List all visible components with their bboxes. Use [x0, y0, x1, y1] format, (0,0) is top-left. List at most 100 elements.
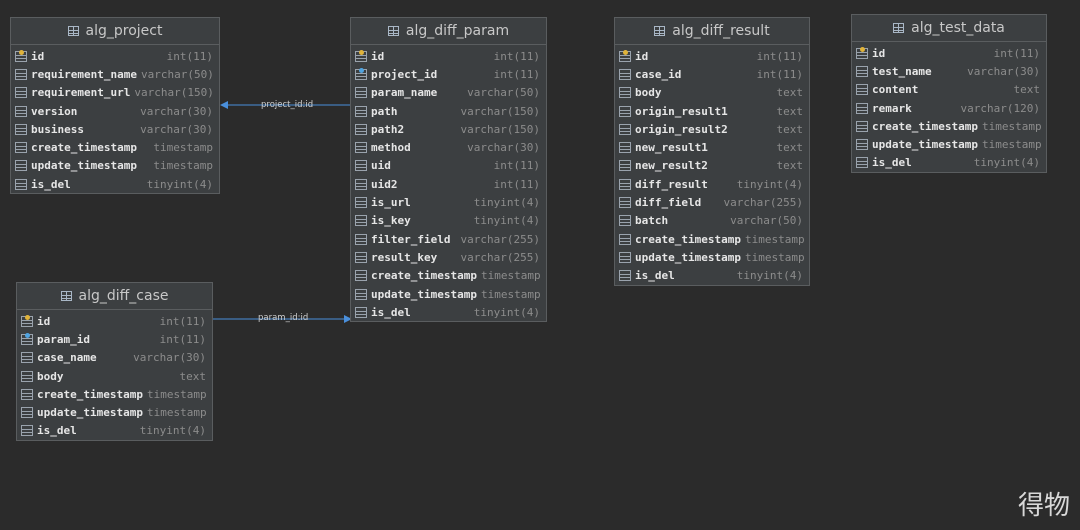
- column-row[interactable]: diff_field varchar(255): [615, 193, 809, 211]
- column-row[interactable]: param_id int(11): [17, 330, 212, 348]
- table-header[interactable]: alg_diff_param: [351, 18, 546, 45]
- column-icon: [15, 105, 27, 117]
- table-header[interactable]: alg_test_data: [852, 15, 1046, 42]
- column-row[interactable]: create_timestamp timestamp: [351, 267, 546, 285]
- column-icon: [856, 102, 868, 114]
- column-name: diff_result: [635, 177, 708, 191]
- column-row[interactable]: is_del tinyint(4): [17, 422, 212, 440]
- column-row[interactable]: param_name varchar(50): [351, 84, 546, 102]
- column-row[interactable]: id int(11): [852, 44, 1046, 62]
- column-icon: [619, 87, 631, 99]
- table-alg-test-data[interactable]: alg_test_data id int(11) test_name varchar(…: [851, 14, 1047, 173]
- column-row[interactable]: id int(11): [11, 47, 219, 65]
- column-type: int(11): [159, 332, 206, 346]
- column-row[interactable]: body text: [17, 367, 212, 385]
- column-type: int(11): [993, 46, 1040, 60]
- column-row[interactable]: is_url tinyint(4): [351, 193, 546, 211]
- column-type: varchar(30): [967, 64, 1040, 78]
- column-name: version: [31, 104, 78, 118]
- column-row[interactable]: diff_result tinyint(4): [615, 175, 809, 193]
- column-icon: [21, 407, 33, 419]
- column-row[interactable]: is_del tinyint(4): [615, 267, 809, 285]
- foreign-key-icon: [21, 332, 33, 345]
- column-row[interactable]: version varchar(30): [11, 102, 219, 120]
- column-name: body: [635, 86, 662, 100]
- column-row[interactable]: update_timestamp timestamp: [351, 285, 546, 303]
- column-row[interactable]: uid2 int(11): [351, 175, 546, 193]
- column-type: varchar(150): [460, 122, 540, 136]
- column-type: tinyint(4): [139, 424, 206, 438]
- column-row[interactable]: filter_field varchar(255): [351, 230, 546, 248]
- column-name: create_timestamp: [872, 119, 978, 133]
- column-row[interactable]: new_result2 text: [615, 157, 809, 175]
- column-row[interactable]: result_key varchar(255): [351, 248, 546, 266]
- column-row[interactable]: remark varchar(120): [852, 99, 1046, 117]
- column-icon: [619, 270, 631, 282]
- table-alg-diff-result[interactable]: alg_diff_result id int(11) case_id int(11) b…: [614, 17, 810, 286]
- column-row[interactable]: case_name varchar(30): [17, 349, 212, 367]
- column-row[interactable]: id int(11): [351, 47, 546, 65]
- column-type: int(11): [166, 49, 213, 63]
- table-alg-diff-case[interactable]: alg_diff_case id int(11) param_id int(11) ca…: [16, 282, 213, 441]
- table-alg-project[interactable]: alg_project id int(11) requirement_name var…: [10, 17, 220, 194]
- table-alg-diff-param[interactable]: alg_diff_param id int(11) project_id int(11…: [350, 17, 547, 322]
- watermark: 得物: [1017, 491, 1070, 521]
- column-row[interactable]: create_timestamp timestamp: [11, 138, 219, 156]
- table-header[interactable]: alg_diff_result: [615, 18, 809, 45]
- column-row[interactable]: id int(11): [615, 47, 809, 65]
- column-row[interactable]: requirement_url varchar(150): [11, 84, 219, 102]
- column-name: filter_field: [371, 232, 451, 246]
- column-icon: [355, 142, 367, 154]
- column-type: varchar(30): [133, 351, 206, 365]
- column-row[interactable]: update_timestamp timestamp: [17, 403, 212, 421]
- column-name: id: [31, 49, 45, 63]
- column-row[interactable]: is_del tinyint(4): [852, 154, 1046, 172]
- column-name: case_name: [37, 351, 97, 365]
- column-icon: [15, 142, 27, 154]
- column-row[interactable]: business varchar(30): [11, 120, 219, 138]
- column-name: id: [635, 49, 649, 63]
- column-row[interactable]: is_del tinyint(4): [351, 303, 546, 321]
- column-name: test_name: [872, 64, 932, 78]
- column-row[interactable]: create_timestamp timestamp: [615, 230, 809, 248]
- column-row[interactable]: uid int(11): [351, 157, 546, 175]
- column-row[interactable]: create_timestamp timestamp: [17, 385, 212, 403]
- column-icon: [15, 68, 27, 80]
- table-title: alg_test_data: [911, 20, 1005, 36]
- relation-project-label: project_id:id: [261, 100, 314, 110]
- column-list: id int(11) test_name varchar(30) content text…: [852, 42, 1046, 172]
- column-row[interactable]: update_timestamp timestamp: [852, 135, 1046, 153]
- column-row[interactable]: create_timestamp timestamp: [852, 117, 1046, 135]
- column-row[interactable]: is_del tinyint(4): [11, 175, 219, 193]
- column-name: create_timestamp: [635, 232, 741, 246]
- column-type: text: [776, 86, 804, 100]
- column-row[interactable]: batch varchar(50): [615, 212, 809, 230]
- column-name: requirement_url: [31, 86, 131, 100]
- table-header[interactable]: alg_project: [11, 18, 219, 45]
- column-row[interactable]: update_timestamp timestamp: [615, 248, 809, 266]
- column-type: int(11): [493, 159, 540, 173]
- column-row[interactable]: body text: [615, 84, 809, 102]
- table-header[interactable]: alg_diff_case: [17, 283, 212, 310]
- column-row[interactable]: id int(11): [17, 312, 212, 330]
- column-row[interactable]: update_timestamp timestamp: [11, 157, 219, 175]
- column-row[interactable]: method varchar(30): [351, 138, 546, 156]
- column-type: tinyint(4): [736, 269, 803, 283]
- column-row[interactable]: project_id int(11): [351, 65, 546, 83]
- column-row[interactable]: content text: [852, 81, 1046, 99]
- relation-param-label: param_id:id: [258, 313, 309, 323]
- column-row[interactable]: path2 varchar(150): [351, 120, 546, 138]
- column-row[interactable]: origin_result2 text: [615, 120, 809, 138]
- column-row[interactable]: requirement_name varchar(50): [11, 65, 219, 83]
- column-icon: [619, 215, 631, 227]
- column-row[interactable]: origin_result1 text: [615, 102, 809, 120]
- column-name: body: [37, 369, 64, 383]
- column-type: tinyint(4): [736, 177, 803, 191]
- column-row[interactable]: new_result1 text: [615, 138, 809, 156]
- column-row[interactable]: path varchar(150): [351, 102, 546, 120]
- column-name: param_name: [371, 86, 438, 100]
- column-row[interactable]: is_key tinyint(4): [351, 212, 546, 230]
- column-icon: [856, 139, 868, 151]
- column-row[interactable]: test_name varchar(30): [852, 62, 1046, 80]
- column-row[interactable]: case_id int(11): [615, 65, 809, 83]
